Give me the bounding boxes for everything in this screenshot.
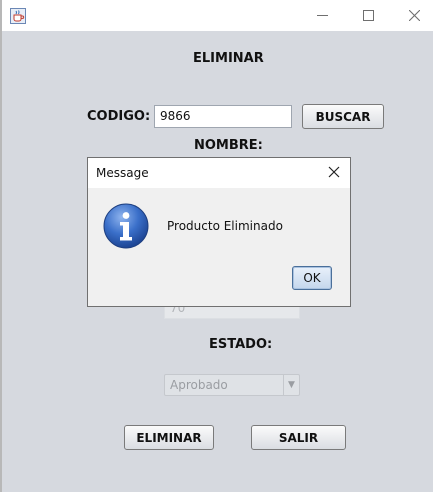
eliminar-button[interactable]: ELIMINAR bbox=[124, 425, 214, 450]
dialog-title: Message bbox=[96, 166, 149, 180]
codigo-input[interactable]: 9866 bbox=[154, 105, 292, 128]
salir-button[interactable]: SALIR bbox=[251, 425, 346, 450]
info-icon bbox=[103, 203, 149, 249]
form-heading: ELIMINAR bbox=[193, 51, 264, 66]
codigo-label: CODIGO: bbox=[87, 109, 151, 124]
close-icon bbox=[408, 10, 420, 21]
estado-select[interactable]: Aprobado ▼ bbox=[164, 374, 300, 396]
dialog-title-bar: Message bbox=[88, 158, 350, 188]
java-cup-icon bbox=[10, 8, 26, 24]
ok-button[interactable]: OK bbox=[292, 266, 332, 290]
window-close-button[interactable] bbox=[391, 0, 433, 31]
close-icon[interactable] bbox=[326, 164, 342, 180]
title-bar bbox=[2, 0, 433, 31]
maximize-icon bbox=[362, 10, 374, 21]
estado-selected-value: Aprobado bbox=[170, 378, 228, 392]
chevron-down-icon: ▼ bbox=[283, 375, 299, 395]
minimize-button[interactable] bbox=[299, 0, 345, 31]
nombre-label: NOMBRE: bbox=[194, 138, 263, 153]
dialog-message: Producto Eliminado bbox=[167, 219, 283, 233]
buscar-button[interactable]: BUSCAR bbox=[302, 104, 384, 129]
minimize-icon bbox=[316, 15, 328, 16]
estado-label: ESTADO: bbox=[209, 337, 273, 352]
maximize-button[interactable] bbox=[345, 0, 391, 31]
app-window: ELIMINAR CODIGO: 9866 BUSCAR NOMBRE: 70 … bbox=[2, 0, 433, 492]
message-dialog: Message Producto Eliminado OK bbox=[87, 157, 351, 307]
